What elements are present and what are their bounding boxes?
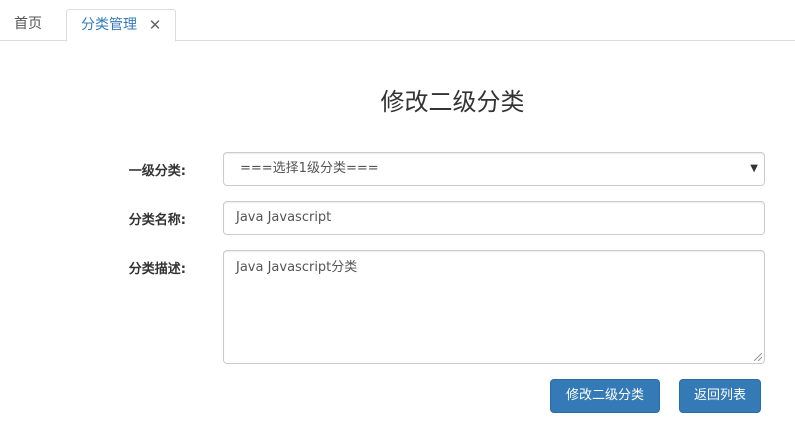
page-title: 修改二级分类 xyxy=(380,88,525,116)
category-description-label: 分类描述: xyxy=(128,262,186,277)
resize-handle-icon[interactable] xyxy=(754,353,762,361)
category-name-label: 分类名称: xyxy=(128,213,186,228)
tab-bar: 首页 分类管理 ✕ xyxy=(0,0,795,42)
category-description-value: Java Javascript分类 xyxy=(236,260,358,275)
update-subcategory-button[interactable]: 修改二级分类 xyxy=(550,379,660,413)
category-description-textarea[interactable]: Java Javascript分类 xyxy=(223,250,765,364)
tab-home-label: 首页 xyxy=(14,16,42,32)
dropdown-arrow-icon: ▼ xyxy=(750,163,758,174)
tab-home[interactable]: 首页 xyxy=(0,9,56,41)
category-name-value: Java Javascript xyxy=(236,210,332,225)
back-to-list-button[interactable]: 返回列表 xyxy=(679,379,761,413)
parent-category-select[interactable]: ===选择1级分类=== ▼ xyxy=(223,152,765,186)
category-name-input[interactable]: Java Javascript xyxy=(223,201,765,235)
tab-category-management[interactable]: 分类管理 ✕ xyxy=(66,9,176,42)
parent-category-label: 一级分类: xyxy=(128,164,186,179)
close-icon[interactable]: ✕ xyxy=(147,10,163,41)
tab-active-label: 分类管理 xyxy=(81,17,137,33)
parent-category-selected-value: ===选择1级分类=== xyxy=(240,161,379,176)
